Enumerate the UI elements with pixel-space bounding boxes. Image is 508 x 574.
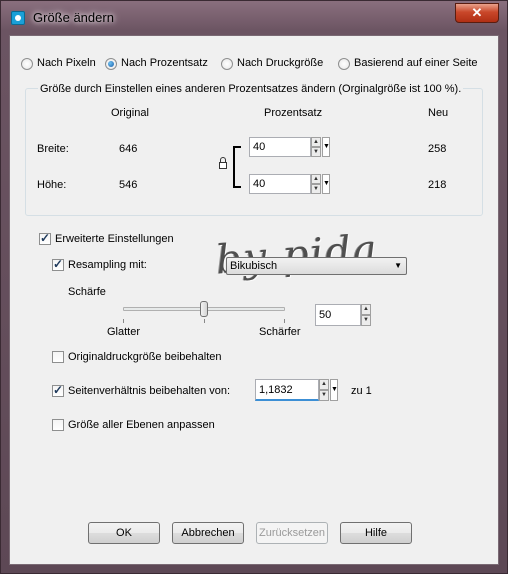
sharpness-input[interactable]: 50 (315, 304, 361, 326)
keep-aspect-label[interactable]: Seitenverhältnis beibehalten von: (68, 385, 230, 397)
advanced-settings-checkbox[interactable] (39, 231, 51, 245)
watermark-signature: by pida (214, 226, 381, 284)
cancel-button[interactable]: Abbrechen (172, 522, 244, 544)
height-percent-spinner[interactable]: ▲ ▼ (311, 174, 321, 194)
keep-print-size-checkbox[interactable] (52, 351, 64, 363)
advanced-settings-label[interactable]: Erweiterte Einstellungen (55, 233, 174, 245)
radio-by-pixels-label[interactable]: Nach Pixeln (37, 57, 96, 69)
height-label: Höhe: (37, 179, 67, 191)
resampling-select[interactable]: Bikubisch ▼ (226, 257, 407, 275)
radio-by-page[interactable] (338, 58, 350, 70)
resize-all-layers-label[interactable]: Größe aller Ebenen anpassen (68, 419, 215, 431)
close-button[interactable]: ✕ (455, 3, 499, 23)
camera-icon (11, 11, 25, 25)
keep-print-size-label[interactable]: Originaldruckgröße beibehalten (68, 351, 221, 363)
radio-by-pixels[interactable] (21, 58, 33, 70)
width-label: Breite: (37, 143, 69, 155)
width-original-value: 646 (119, 143, 138, 155)
col-new-header: Neu (428, 107, 449, 119)
sharpness-spinner[interactable]: ▲ ▼ (361, 304, 371, 326)
dialog-body: Nach Pixeln Nach Prozentsatz Nach Druckg… (9, 35, 499, 565)
radio-by-percent-label[interactable]: Nach Prozentsatz (121, 57, 208, 69)
resize-all-layers-checkbox[interactable] (52, 419, 64, 431)
smoother-label: Glatter (107, 326, 141, 338)
sharper-label: Schärfer (259, 326, 301, 338)
slider-tick (284, 319, 285, 323)
group-caption: Größe durch Einstellen eines anderen Pro… (38, 83, 464, 95)
height-percent-dropdown[interactable]: ▼ (322, 174, 330, 194)
resampling-select-value: Bikubisch (230, 260, 278, 272)
sharpness-slider-thumb[interactable] (200, 301, 208, 317)
title-bar[interactable]: Größe ändern ✕ (1, 1, 507, 35)
resize-dialog: Größe ändern ✕ Nach Pixeln Nach Prozents… (0, 0, 508, 574)
radio-by-print-size[interactable] (221, 58, 233, 70)
width-percent-dropdown[interactable]: ▼ (322, 137, 330, 157)
resampling-checkbox[interactable] (52, 257, 64, 271)
sharpness-label: Schärfe (68, 286, 106, 298)
aspect-ratio-dropdown[interactable]: ▼ (330, 379, 338, 401)
ok-button[interactable]: OK (88, 522, 160, 544)
height-new-value: 218 (428, 179, 447, 191)
slider-tick (204, 319, 205, 323)
height-percent-input[interactable]: 40 (249, 174, 311, 194)
width-percent-input[interactable]: 40 (249, 137, 311, 157)
help-button[interactable]: Hilfe (340, 522, 412, 544)
resampling-label[interactable]: Resampling mit: (68, 259, 147, 271)
height-original-value: 546 (119, 179, 138, 191)
link-bracket (233, 146, 241, 188)
window-title: Größe ändern (33, 10, 114, 25)
col-original-header: Original (111, 107, 149, 119)
radio-by-page-label[interactable]: Basierend auf einer Seite (354, 57, 478, 69)
radio-by-percent[interactable] (105, 58, 117, 70)
aspect-ratio-spinner[interactable]: ▲ ▼ (319, 379, 329, 401)
width-percent-spinner[interactable]: ▲ ▼ (311, 137, 321, 157)
aspect-suffix-label: zu 1 (351, 385, 372, 397)
chevron-down-icon: ▼ (394, 261, 402, 270)
radio-by-print-size-label[interactable]: Nach Druckgröße (237, 57, 323, 69)
keep-aspect-checkbox[interactable] (52, 383, 64, 397)
slider-tick (123, 319, 124, 323)
width-new-value: 258 (428, 143, 447, 155)
col-percent-header: Prozentsatz (264, 107, 323, 119)
reset-button[interactable]: Zurücksetzen (256, 522, 328, 544)
aspect-ratio-input[interactable]: 1,1832 (255, 379, 319, 401)
